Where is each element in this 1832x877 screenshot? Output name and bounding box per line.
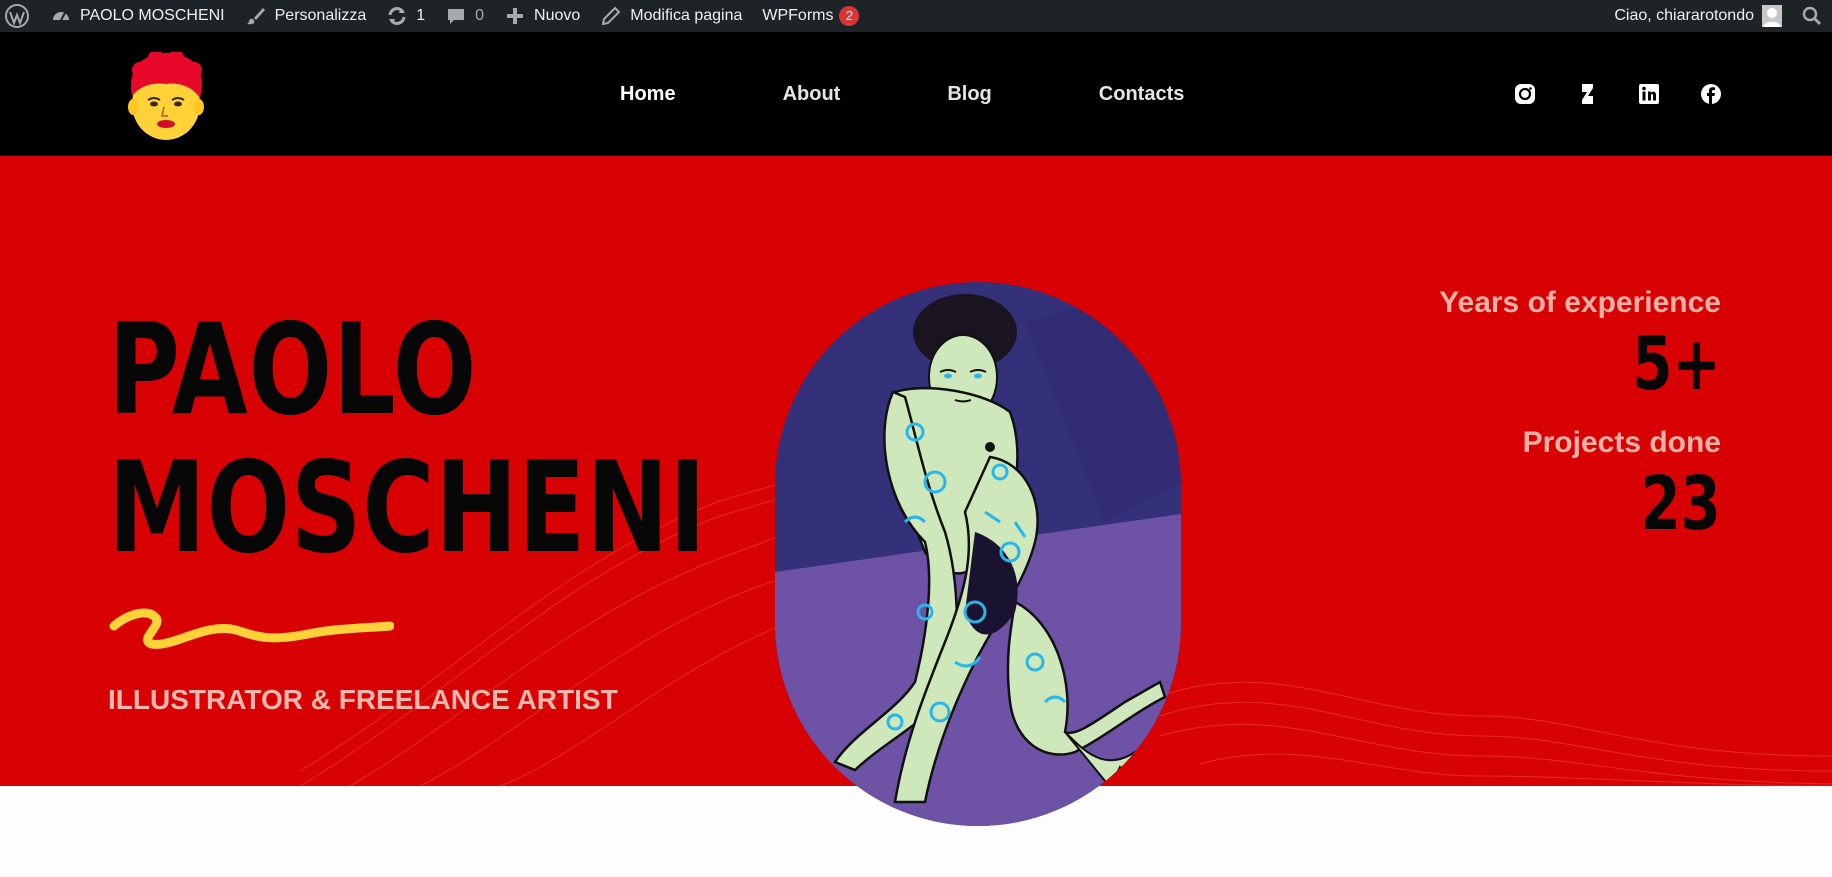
facebook-icon[interactable] <box>1700 83 1722 105</box>
wpforms-label: WPForms <box>762 7 834 24</box>
site-logo[interactable] <box>126 50 206 142</box>
stat-value-experience: 5+ <box>1632 321 1721 407</box>
updates-count: 1 <box>416 7 426 24</box>
paintbrush-icon <box>246 8 265 25</box>
user-avatar-icon <box>1762 5 1782 27</box>
site-header: Home About Blog Contacts <box>0 32 1832 156</box>
artist-name-heading: PAOLO MOSCHENI <box>108 301 707 577</box>
main-navigation: Home About Blog Contacts <box>620 32 1291 156</box>
wpforms-notification-badge: 2 <box>839 6 860 26</box>
pencil-icon <box>602 6 621 26</box>
deviantart-icon[interactable] <box>1576 83 1598 105</box>
wpforms-link[interactable]: WPForms 2 <box>752 0 869 32</box>
edit-page-label: Modifica pagina <box>630 7 743 24</box>
user-account-link[interactable]: Ciao, chiararotondo <box>1604 0 1792 32</box>
hero-subtitle: ILLUSTRATOR & FREELANCE ARTIST <box>108 684 618 715</box>
face-logo-icon <box>128 50 204 140</box>
stat-label-projects: Projects done <box>1522 426 1721 459</box>
comments-count: 0 <box>475 7 485 24</box>
dashboard-icon <box>53 12 69 21</box>
stats-block: Years of experience 5+ Projects done 23 <box>1439 286 1721 566</box>
customize-link[interactable]: Personalizza <box>235 0 377 32</box>
new-label: Nuovo <box>534 7 581 24</box>
edit-page-link[interactable]: Modifica pagina <box>590 0 752 32</box>
nav-home[interactable]: Home <box>620 83 676 106</box>
new-content-link[interactable]: Nuovo <box>494 0 590 32</box>
user-greeting: Ciao, chiararotondo <box>1614 7 1754 24</box>
name-line-first: PAOLO <box>108 296 478 443</box>
search-icon <box>1802 6 1822 26</box>
comment-bubble-icon <box>448 9 465 24</box>
yellow-squiggle-decoration <box>109 608 394 649</box>
wordpress-logo-button[interactable] <box>0 0 40 32</box>
plus-icon <box>507 8 524 24</box>
updates-icon <box>388 7 406 25</box>
updates-link[interactable]: 1 <box>376 0 435 32</box>
site-name-label: PAOLO MOSCHENI <box>80 7 225 24</box>
stat-value-projects: 23 <box>1640 461 1721 547</box>
nav-about[interactable]: About <box>783 83 841 106</box>
customize-label: Personalizza <box>274 7 367 24</box>
linkedin-icon[interactable] <box>1638 83 1660 105</box>
comments-link[interactable]: 0 <box>435 0 494 32</box>
wp-admin-bar: PAOLO MOSCHENI Personalizza 1 0 Nuovo Mo… <box>0 0 1832 32</box>
nav-blog[interactable]: Blog <box>947 83 991 106</box>
wordpress-icon <box>5 4 29 28</box>
instagram-icon[interactable] <box>1514 83 1536 105</box>
site-name-link[interactable]: PAOLO MOSCHENI <box>40 0 235 32</box>
nav-contacts[interactable]: Contacts <box>1099 83 1185 106</box>
tattooed-figure-illustration <box>775 282 1181 826</box>
admin-search-button[interactable] <box>1792 0 1832 32</box>
name-line-last: MOSCHENI <box>108 434 707 581</box>
social-links <box>1474 32 1722 156</box>
stat-label-experience: Years of experience <box>1439 286 1721 319</box>
